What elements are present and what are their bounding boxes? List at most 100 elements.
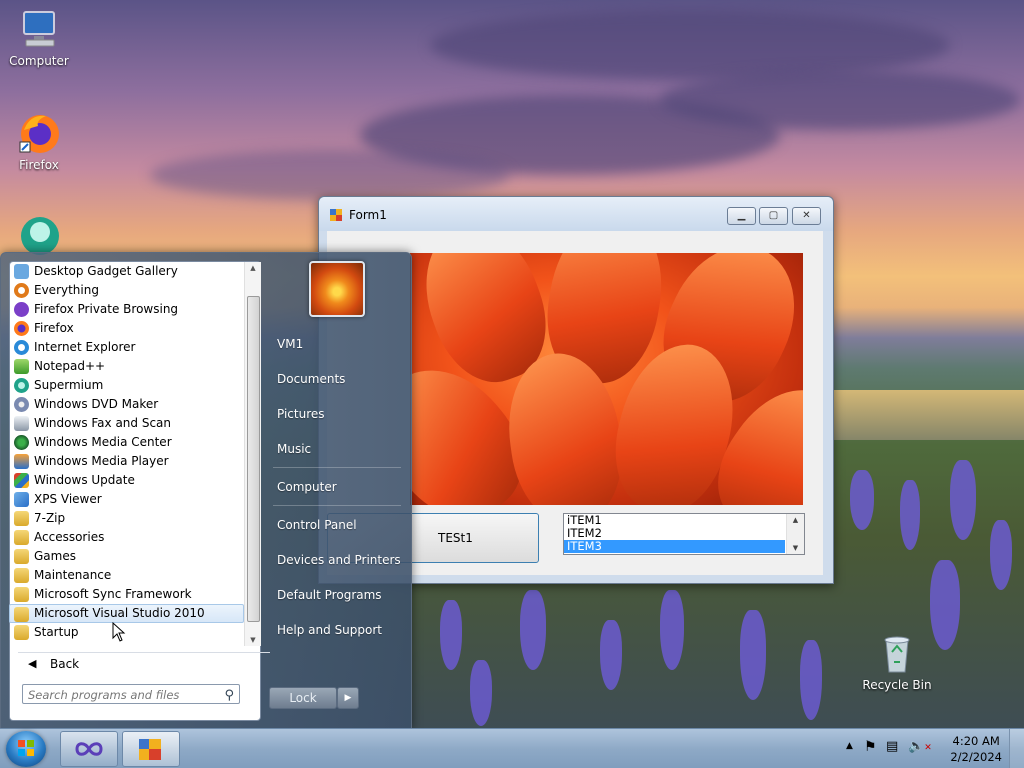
chevron-right-icon: ▶ <box>344 693 352 703</box>
minimize-icon: ▁ <box>737 210 746 221</box>
show-hidden-icons-chevron-icon[interactable]: ▲ <box>846 741 853 751</box>
program-label: Windows Media Center <box>34 435 172 449</box>
taskbar-app-visual-studio[interactable] <box>60 731 118 767</box>
clock-date: 2/2/2024 <box>950 750 1002 764</box>
program-folder[interactable]: Microsoft Sync Framework <box>10 585 244 604</box>
right-item-computer[interactable]: Computer <box>277 480 337 494</box>
maximize-button[interactable]: ▢ <box>759 207 788 225</box>
desktop-icon-label: Computer <box>9 54 69 68</box>
taskbar: ▲ ⚑ ▤ 🔈✕ 4:20 AM 2/2/2024 <box>0 728 1024 768</box>
program-folder-highlighted[interactable]: Microsoft Visual Studio 2010 <box>9 604 244 623</box>
flower <box>900 480 920 550</box>
lock-button[interactable]: Lock <box>269 687 337 709</box>
right-item-default-programs[interactable]: Default Programs <box>277 588 382 602</box>
program-item[interactable]: Windows Update <box>10 471 244 490</box>
ie-icon <box>14 340 29 355</box>
start-menu-programs-pane: Desktop Gadget Gallery Everything Firefo… <box>9 261 270 721</box>
taskbar-app-form1[interactable] <box>122 731 180 767</box>
user-avatar[interactable] <box>309 261 365 317</box>
scroll-up-icon[interactable]: ▲ <box>245 264 261 272</box>
program-item[interactable]: Firefox <box>10 319 244 338</box>
program-item[interactable]: Windows Fax and Scan <box>10 414 244 433</box>
volume-muted-icon[interactable]: 🔈✕ <box>908 739 932 754</box>
back-button[interactable]: ◀ Back <box>18 652 270 675</box>
folder-icon <box>14 587 29 602</box>
folder-icon <box>14 607 29 622</box>
program-item[interactable]: Supermium <box>10 376 244 395</box>
program-label: Microsoft Sync Framework <box>34 587 192 601</box>
xps-icon <box>14 492 29 507</box>
right-item-user[interactable]: VM1 <box>277 337 303 351</box>
shutdown-options-button[interactable]: ▶ <box>337 687 359 709</box>
scroll-down-icon[interactable]: ▼ <box>787 544 804 552</box>
visual-studio-icon <box>75 742 103 756</box>
program-label: Windows Fax and Scan <box>34 416 172 430</box>
all-programs-list: Desktop Gadget Gallery Everything Firefo… <box>9 262 244 646</box>
items-listbox[interactable]: iTEM1 ITEM2 ITEM3 ▲ ▼ <box>563 513 805 555</box>
program-item[interactable]: Windows DVD Maker <box>10 395 244 414</box>
desktop-icon-firefox[interactable]: Firefox <box>4 110 74 172</box>
fax-icon <box>14 416 29 431</box>
right-item-devices-printers[interactable]: Devices and Printers <box>277 553 401 567</box>
flower <box>800 640 822 720</box>
search-icon[interactable]: ⚲ <box>224 686 234 706</box>
cloud <box>660 70 1020 130</box>
lock-label: Lock <box>289 691 317 705</box>
right-item-pictures[interactable]: Pictures <box>277 407 325 421</box>
program-item[interactable]: Windows Media Center <box>10 433 244 452</box>
programs-scrollbar[interactable]: ▲ ▼ <box>244 262 261 646</box>
flower <box>440 600 462 670</box>
program-label: Windows DVD Maker <box>34 397 159 411</box>
right-item-documents[interactable]: Documents <box>277 372 345 386</box>
program-item[interactable]: Firefox Private Browsing <box>10 300 244 319</box>
program-folder[interactable]: 7-Zip <box>10 509 244 528</box>
program-label: Accessories <box>34 530 105 544</box>
program-folder[interactable]: Accessories <box>10 528 244 547</box>
right-item-control-panel[interactable]: Control Panel <box>277 518 357 532</box>
program-folder[interactable]: Games <box>10 547 244 566</box>
folder-icon <box>14 568 29 583</box>
desktop-icon-recycle-bin[interactable]: Recycle Bin <box>862 630 932 692</box>
firefox-icon <box>16 110 62 156</box>
desktop: Computer Firefox Recycle Bin Form1 ▁ ▢ ✕ <box>0 0 1024 768</box>
scroll-up-icon[interactable]: ▲ <box>787 516 804 524</box>
flower <box>950 460 976 540</box>
desktop-icon-computer[interactable]: Computer <box>4 6 74 68</box>
listbox-scrollbar[interactable]: ▲ ▼ <box>786 514 804 554</box>
scroll-down-icon[interactable]: ▼ <box>245 636 261 644</box>
program-item[interactable]: XPS Viewer <box>10 490 244 509</box>
program-label: Games <box>34 549 76 563</box>
program-item[interactable]: Notepad++ <box>10 357 244 376</box>
program-item[interactable]: Desktop Gadget Gallery <box>10 262 244 281</box>
clock-time: 4:20 AM <box>952 734 1000 748</box>
start-button[interactable] <box>6 731 46 767</box>
close-icon: ✕ <box>802 210 811 221</box>
picture-box <box>410 253 803 505</box>
form1-titlebar[interactable]: Form1 ▁ ▢ ✕ <box>319 197 833 231</box>
clock[interactable]: 4:20 AM 2/2/2024 <box>950 733 1002 765</box>
right-item-help-support[interactable]: Help and Support <box>277 623 382 637</box>
search-input[interactable]: Search programs and files ⚲ <box>22 684 240 704</box>
dvd-maker-icon <box>14 397 29 412</box>
program-folder[interactable]: Startup <box>10 623 244 642</box>
network-icon[interactable]: ▤ <box>886 739 898 754</box>
minimize-button[interactable]: ▁ <box>727 207 756 225</box>
action-center-flag-icon[interactable]: ⚑ <box>864 739 877 755</box>
program-item[interactable]: Windows Media Player <box>10 452 244 471</box>
list-item-selected[interactable]: ITEM3 <box>564 540 785 553</box>
show-desktop-button[interactable] <box>1009 729 1024 768</box>
program-folder[interactable]: Maintenance <box>10 566 244 585</box>
program-label: Internet Explorer <box>34 340 136 354</box>
close-button[interactable]: ✕ <box>792 207 821 225</box>
program-label: Windows Update <box>34 473 135 487</box>
back-label: Back <box>50 657 80 671</box>
program-label: Startup <box>34 625 79 639</box>
scrollbar-thumb[interactable] <box>247 296 260 622</box>
folder-icon <box>14 625 29 640</box>
flower <box>990 520 1012 590</box>
program-item[interactable]: Internet Explorer <box>10 338 244 357</box>
recycle-bin-icon <box>874 630 920 676</box>
right-item-music[interactable]: Music <box>277 442 311 456</box>
flower <box>600 620 622 690</box>
program-item[interactable]: Everything <box>10 281 244 300</box>
